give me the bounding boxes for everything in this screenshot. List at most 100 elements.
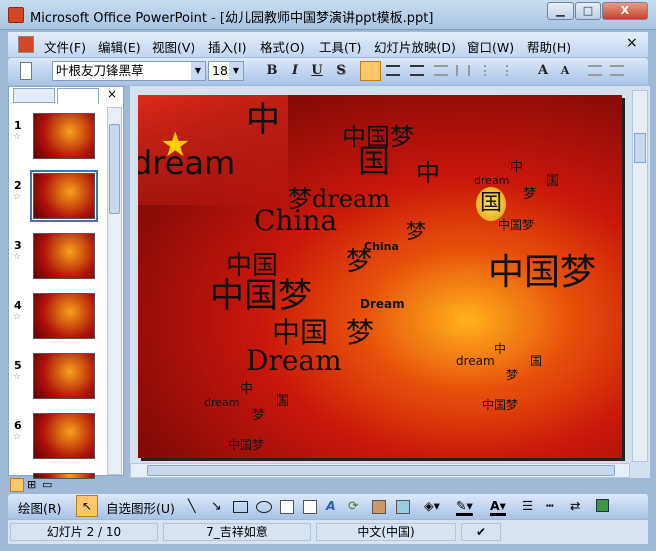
wordart-tool[interactable]: A xyxy=(326,498,336,513)
slide-text: 中国梦 xyxy=(498,218,535,232)
rectangle-tool[interactable] xyxy=(233,501,248,513)
menu-bar: 文件(F) 编辑(E) 视图(V) 插入(I) 格式(O) 工具(T) 幻灯片放… xyxy=(8,32,648,57)
slides-tab[interactable] xyxy=(57,88,99,104)
drawing-toolbar: 绘图(R) ↖ 自选图形(U) ╲ ↘ A ⟳ ◈▾ ✎▾ A▾ ☰ ┅ ⇄ xyxy=(8,494,648,519)
outline-tab[interactable] xyxy=(13,88,55,103)
minimize-button[interactable]: ▁ xyxy=(547,2,574,20)
slide-text: 国 xyxy=(480,191,503,216)
document-icon[interactable] xyxy=(18,36,34,53)
slide-text: 中国梦 xyxy=(488,252,597,293)
shadow-button[interactable]: S xyxy=(332,61,350,81)
slide-text: 梦 xyxy=(252,408,266,423)
vertical-textbox-tool[interactable] xyxy=(303,500,317,514)
slide-text: Dream xyxy=(360,297,405,311)
bold-button[interactable]: B xyxy=(263,61,281,81)
slide-thumbnail[interactable] xyxy=(33,113,95,159)
scroll-thumb[interactable] xyxy=(109,124,120,214)
select-pointer-button[interactable]: ↖ xyxy=(76,495,98,517)
menu-format[interactable]: 格式(O) xyxy=(260,37,305,56)
vertical-scrollbar[interactable] xyxy=(632,90,648,462)
normal-view-button[interactable] xyxy=(10,478,24,492)
slide-text: Dream xyxy=(246,344,342,377)
increase-indent-button[interactable] xyxy=(610,65,624,76)
menu-edit[interactable]: 编辑(E) xyxy=(98,37,141,56)
powerpoint-icon xyxy=(8,7,24,23)
close-button[interactable]: X xyxy=(602,2,648,20)
align-center-button[interactable] xyxy=(386,65,400,76)
font-size-value: 18 xyxy=(212,63,228,78)
menu-slideshow[interactable]: 幻灯片放映(D) xyxy=(374,37,456,56)
thumbnail-scrollbar[interactable] xyxy=(107,107,122,475)
slide-text: 中 xyxy=(416,159,440,187)
horizontal-scrollbar[interactable] xyxy=(130,463,630,478)
3d-style-button[interactable] xyxy=(596,499,609,512)
italic-button[interactable]: I xyxy=(286,61,304,81)
line-tool[interactable]: ╲ xyxy=(188,498,196,513)
distribute-button[interactable] xyxy=(434,65,448,76)
spelling-check-icon[interactable]: ✔ xyxy=(461,523,501,541)
numbering-button[interactable] xyxy=(484,65,498,76)
chevron-down-icon[interactable]: ▼ xyxy=(229,62,243,80)
star-icon: ☆ xyxy=(13,132,22,142)
clipart-tool[interactable] xyxy=(372,500,386,514)
dash-style-button[interactable]: ┅ xyxy=(546,498,554,513)
slide-thumbnail[interactable] xyxy=(33,233,95,279)
slide-text: dream xyxy=(204,396,240,409)
maximize-button[interactable]: □ xyxy=(575,2,601,20)
grow-font-button[interactable]: A xyxy=(534,61,552,81)
slide-text: 中国梦 xyxy=(228,438,265,452)
diagram-tool[interactable]: ⟳ xyxy=(348,498,358,513)
oval-tool[interactable] xyxy=(256,501,272,513)
slide-thumbnail-selected[interactable] xyxy=(30,170,98,222)
menu-help[interactable]: 帮助(H) xyxy=(527,37,571,56)
close-pane-icon[interactable]: × xyxy=(107,87,117,101)
slide-number: 4 xyxy=(14,299,22,312)
line-style-button[interactable]: ☰ xyxy=(522,498,533,513)
chevron-down-icon[interactable]: ▼ xyxy=(191,62,205,80)
align-right-button[interactable] xyxy=(410,65,424,76)
slide-text: 国 xyxy=(546,174,560,189)
menu-file[interactable]: 文件(F) xyxy=(44,37,86,56)
menu-close-button[interactable]: × xyxy=(626,35,638,51)
autoshapes-menu[interactable]: 自选图形(U) xyxy=(106,498,175,517)
slide-sorter-button[interactable]: ⊞ xyxy=(27,478,36,491)
menu-view[interactable]: 视图(V) xyxy=(152,37,195,56)
underline-button[interactable]: U xyxy=(308,61,326,81)
font-color-button[interactable]: A▾ xyxy=(490,498,506,516)
star-icon: ☆ xyxy=(13,192,22,202)
align-left-button[interactable] xyxy=(360,61,381,81)
shrink-font-button[interactable]: A xyxy=(558,61,572,81)
slide-thumbnail[interactable] xyxy=(33,293,95,339)
font-size-select[interactable]: 18 ▼ xyxy=(208,61,244,81)
scroll-thumb[interactable] xyxy=(634,133,646,163)
slide-text: 中国梦 xyxy=(482,398,519,412)
slide-indicator: 幻灯片 2 / 10 xyxy=(10,523,158,541)
slide-text: 中 xyxy=(246,100,280,140)
menu-tools[interactable]: 工具(T) xyxy=(319,37,361,56)
slide-thumbnail[interactable] xyxy=(33,353,95,399)
new-document-icon[interactable] xyxy=(20,62,32,80)
slide-text: 梦 xyxy=(506,368,519,382)
decrease-indent-button[interactable] xyxy=(588,65,602,76)
font-select[interactable]: 叶根友刀锋黑草 ▼ xyxy=(52,61,206,81)
arrow-style-button[interactable]: ⇄ xyxy=(570,498,580,513)
bullets-button[interactable] xyxy=(506,65,520,76)
slide-number: 6 xyxy=(14,419,22,432)
arrow-tool[interactable]: ↘ xyxy=(211,498,221,513)
draw-menu[interactable]: 绘图(R) xyxy=(18,498,61,517)
menu-insert[interactable]: 插入(I) xyxy=(208,37,246,56)
slideshow-button[interactable]: ▭ xyxy=(42,478,52,491)
insert-picture-tool[interactable] xyxy=(396,500,410,514)
menu-window[interactable]: 窗口(W) xyxy=(467,37,514,56)
title-bar: Microsoft Office PowerPoint - [幼儿园教师中国梦演… xyxy=(0,0,656,30)
slide-text: 中 xyxy=(510,160,524,175)
slide-canvas[interactable]: ★ 中 中国梦 dream 国 中 dream 中 国 梦 梦dream 国 中… xyxy=(138,95,622,458)
slide-text: 国 xyxy=(530,354,543,368)
fill-color-button[interactable]: ◈▾ xyxy=(424,498,440,513)
line-color-button[interactable]: ✎▾ xyxy=(456,498,473,516)
vertical-distribute-button[interactable] xyxy=(456,65,470,76)
textbox-tool[interactable] xyxy=(280,500,294,514)
slide-thumbnail[interactable] xyxy=(33,413,95,459)
scroll-thumb[interactable] xyxy=(147,465,615,476)
slide-text: dream xyxy=(138,144,236,182)
